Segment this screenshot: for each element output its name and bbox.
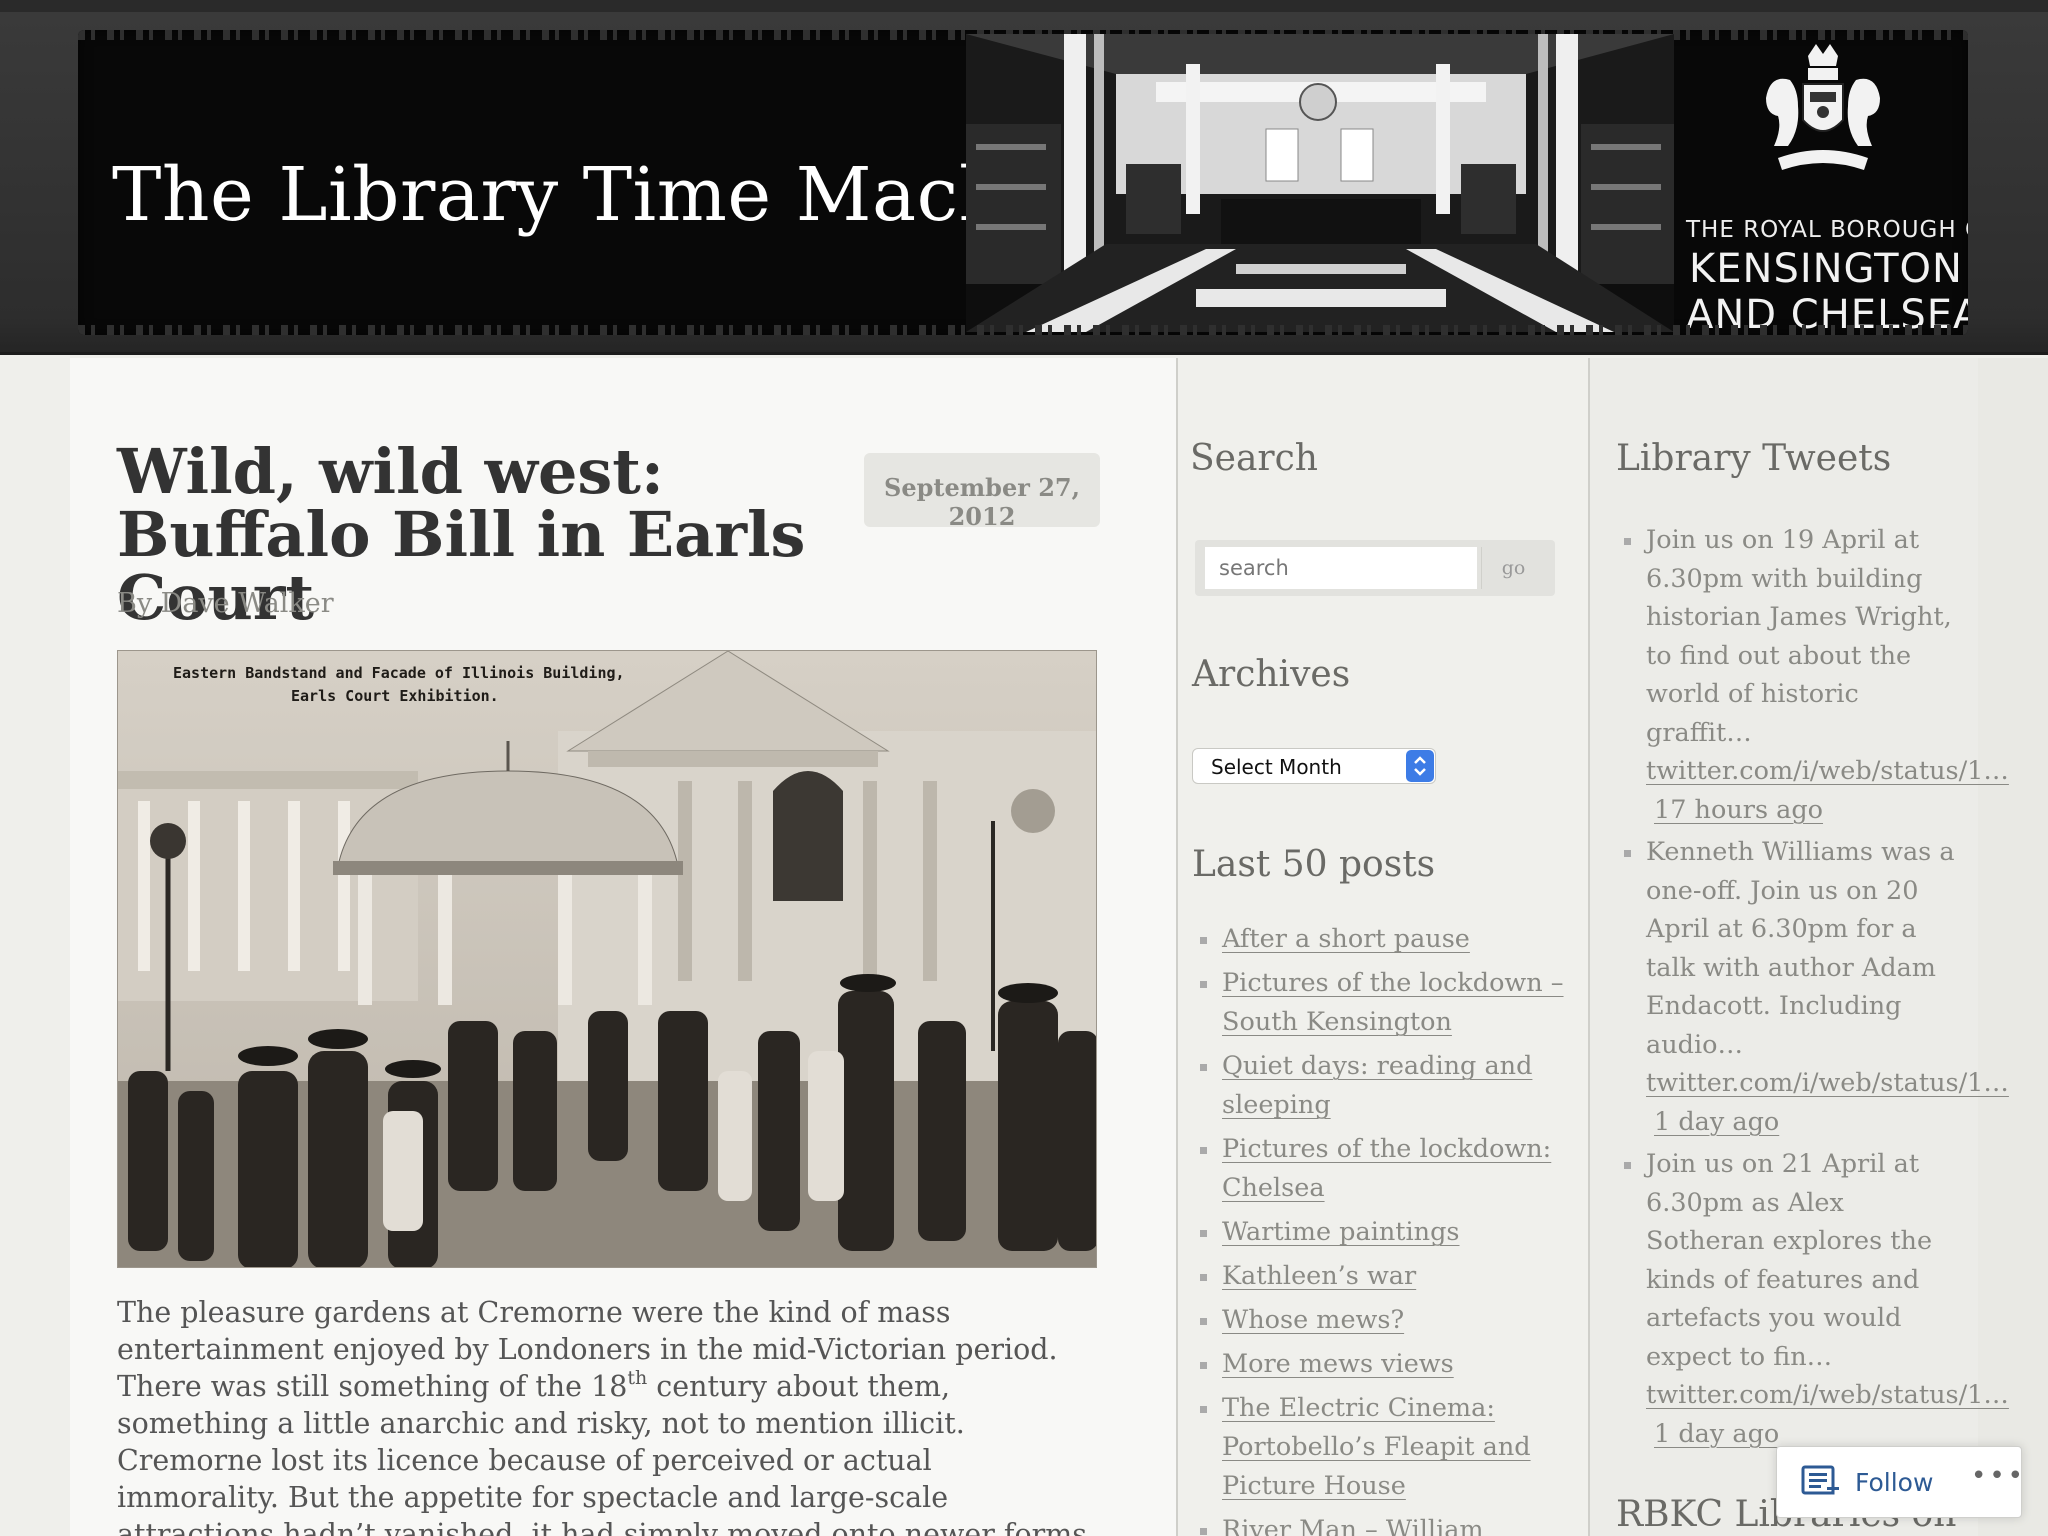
postcard-photo	[118, 651, 1096, 1267]
tweet-item: Kenneth Williams was a one-off. Join us …	[1624, 833, 2009, 1142]
bullet-icon	[1200, 937, 1207, 944]
postcard-caption-line1: Eastern Bandstand and Facade of Illinois…	[173, 664, 625, 682]
list-item: Quiet days: reading and sleeping	[1200, 1047, 1570, 1125]
column-divider	[1176, 358, 1178, 1536]
site-header: The Library Time Machine THE ROYAL BOROU…	[0, 12, 2048, 355]
tweet-status-link[interactable]: twitter.com/i/web/status/1…	[1646, 1064, 2009, 1103]
post-date-badge: September 27, 2012	[864, 453, 1100, 531]
bullet-icon	[1200, 1406, 1207, 1413]
recent-post-link[interactable]: Pictures of the lockdown – South Kensing…	[1222, 968, 1564, 1037]
bullet-icon	[1200, 1528, 1207, 1535]
search-go-button[interactable]: go	[1481, 547, 1545, 589]
more-options-icon[interactable]: •••	[1971, 1461, 2026, 1491]
recent-post-link[interactable]: More mews views	[1222, 1349, 1454, 1379]
borough-logo[interactable]: THE ROYAL BOROUGH OF KENSINGTON AND CHEL…	[1676, 30, 1968, 335]
recent-post-link[interactable]: Kathleen’s war	[1222, 1261, 1416, 1291]
follow-button[interactable]: Follow	[1855, 1468, 1933, 1497]
list-item: After a short pause	[1200, 920, 1570, 959]
tweet-item: Join us on 21 April at 6.30pm as Alex So…	[1624, 1145, 2009, 1453]
royal-borough-crest-icon	[1766, 44, 1880, 170]
post-body-paragraph: The pleasure gardens at Cremorne were th…	[117, 1294, 1097, 1536]
library-tweets-title: Library Tweets	[1616, 438, 1892, 479]
post-byline: By Dave Walker	[117, 588, 334, 619]
tweet-text: Kenneth Williams was a one-off. Join us …	[1646, 837, 1955, 1060]
list-item: Kathleen’s war	[1200, 1257, 1570, 1296]
library-interior-photo	[966, 34, 1674, 332]
borough-name-line2: KENSINGTON	[1689, 246, 1963, 292]
archives-select-value: Select Month	[1211, 755, 1342, 779]
list-item: Pictures of the lockdown: Chelsea	[1200, 1130, 1570, 1208]
bullet-icon	[1200, 1274, 1207, 1281]
tweet-timestamp-link[interactable]: 17 hours ago	[1646, 791, 1964, 830]
bullet-icon	[1200, 1147, 1207, 1154]
list-item: Whose mews?	[1200, 1301, 1570, 1340]
postcard-caption-line2: Earls Court Exhibition.	[291, 687, 499, 705]
bullet-icon	[1200, 981, 1207, 988]
recent-post-link[interactable]: Quiet days: reading and sleeping	[1222, 1051, 1532, 1120]
bullet-icon	[1624, 1162, 1631, 1169]
post-image-earls-court-postcard[interactable]: Eastern Bandstand and Facade of Illinois…	[117, 650, 1097, 1268]
bullet-icon	[1200, 1362, 1207, 1369]
recent-post-link[interactable]: After a short pause	[1222, 924, 1470, 954]
post-date: September 27, 2012	[884, 473, 1080, 531]
search-widget-title: Search	[1190, 438, 1318, 479]
bullet-icon	[1200, 1064, 1207, 1071]
page-edge-right	[1978, 358, 2048, 1536]
bullet-icon	[1624, 538, 1631, 545]
tweet-item: Join us on 19 April at 6.30pm with build…	[1624, 521, 2009, 830]
top-strip	[0, 0, 2048, 12]
bullet-icon	[1200, 1230, 1207, 1237]
borough-name-line1: THE ROYAL BOROUGH OF	[1686, 217, 1968, 243]
follow-reader-icon[interactable]	[1801, 1465, 1841, 1501]
header-banner[interactable]: The Library Time Machine THE ROYAL BOROU…	[78, 30, 1968, 335]
post-body-superscript: th	[627, 1367, 648, 1389]
tweet-status-link[interactable]: twitter.com/i/web/status/1…	[1646, 1376, 2009, 1415]
list-item: More mews views	[1200, 1345, 1570, 1384]
bullet-icon	[1200, 1318, 1207, 1325]
recent-post-link[interactable]: Wartime paintings	[1222, 1217, 1460, 1247]
recent-post-link[interactable]: River Man – William Ascroft	[1222, 1515, 1484, 1536]
recent-post-link[interactable]: Pictures of the lockdown: Chelsea	[1222, 1134, 1551, 1203]
tweet-text: Join us on 19 April at 6.30pm with build…	[1646, 525, 1952, 748]
tweet-text: Join us on 21 April at 6.30pm as Alex So…	[1646, 1149, 1933, 1372]
last-posts-widget-title: Last 50 posts	[1192, 844, 1436, 885]
banner-torn-edge-bottom	[78, 325, 1968, 335]
tweet-timestamp-link[interactable]: 1 day ago	[1646, 1103, 1964, 1142]
tweet-status-link[interactable]: twitter.com/i/web/status/1…	[1646, 752, 2009, 791]
list-item: The Electric Cinema: Portobello’s Fleapi…	[1200, 1389, 1570, 1506]
recent-post-link[interactable]: Whose mews?	[1222, 1305, 1404, 1335]
recent-post-link[interactable]: The Electric Cinema: Portobello’s Fleapi…	[1222, 1393, 1531, 1501]
bullet-icon	[1624, 850, 1631, 857]
archives-widget-title: Archives	[1192, 654, 1351, 695]
list-item: Wartime paintings	[1200, 1213, 1570, 1252]
last-posts-list: After a short pause Pictures of the lock…	[1200, 920, 1570, 1536]
search-input[interactable]	[1205, 547, 1477, 589]
select-updown-icon	[1406, 750, 1434, 782]
list-item: River Man – William Ascroft	[1200, 1511, 1570, 1536]
tweets-list: Join us on 19 April at 6.30pm with build…	[1624, 521, 2009, 1457]
follow-widget: Follow •••	[1776, 1446, 2023, 1518]
list-item: Pictures of the lockdown – South Kensing…	[1200, 964, 1570, 1042]
search-form: go	[1195, 540, 1555, 596]
archives-month-select[interactable]: Select Month	[1192, 748, 1436, 784]
column-divider	[1588, 358, 1590, 1536]
